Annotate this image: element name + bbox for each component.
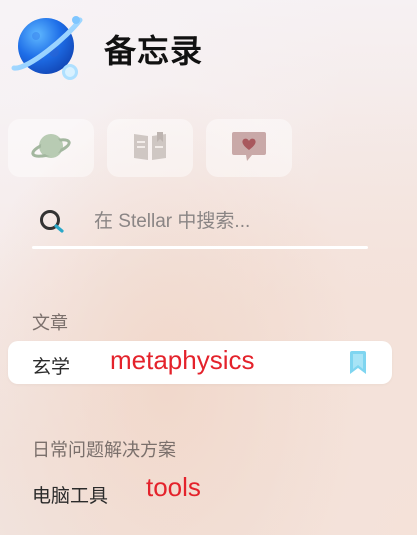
list-item-label: 电脑工具 xyxy=(32,486,109,507)
list-item-annotation: tools xyxy=(146,472,201,502)
list-item-computer-tools[interactable]: 电脑工具 tools xyxy=(8,470,392,513)
planet-logo-icon[interactable] xyxy=(8,8,86,86)
tab-feedback[interactable] xyxy=(206,119,292,177)
search-underline xyxy=(32,246,368,249)
search-bar xyxy=(32,196,368,250)
search-icon[interactable] xyxy=(38,208,66,236)
tab-planet[interactable] xyxy=(8,119,94,177)
list-item-label: 玄学 xyxy=(32,357,71,378)
list-item-xuanxue[interactable]: 玄学 metaphysics xyxy=(8,341,392,384)
header: 备忘录 xyxy=(0,0,417,100)
heart-chat-icon xyxy=(230,129,268,167)
search-input[interactable] xyxy=(94,204,364,240)
list-item-annotation: metaphysics xyxy=(110,345,255,375)
bookmark-icon xyxy=(348,351,368,375)
section-title-articles: 文章 xyxy=(32,313,68,333)
book-icon xyxy=(132,130,168,166)
page-title: 备忘录 xyxy=(104,32,204,70)
tab-book[interactable] xyxy=(107,119,193,177)
planet-icon xyxy=(31,129,71,167)
section-title-daily-solutions: 日常问题解决方案 xyxy=(32,440,176,460)
